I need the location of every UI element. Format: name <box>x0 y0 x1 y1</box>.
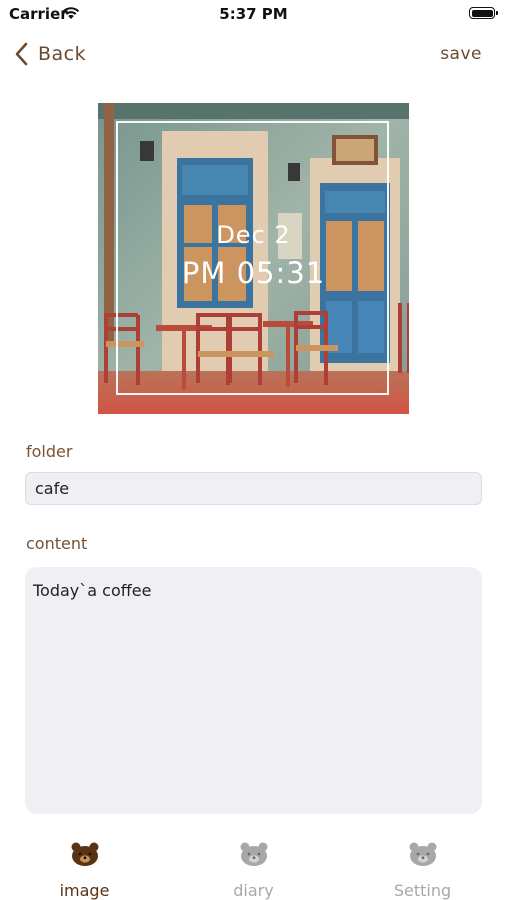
chevron-left-icon <box>15 42 28 66</box>
tab-image[interactable]: image <box>0 830 169 900</box>
photo-time-stamp: PM 05:31 <box>181 256 326 290</box>
battery-icon <box>469 7 498 19</box>
photo-date-stamp: Dec 2 <box>216 221 291 249</box>
bear-icon <box>71 842 99 866</box>
save-button[interactable]: save <box>440 44 482 64</box>
tab-setting[interactable]: Setting <box>338 830 507 900</box>
folder-label: folder <box>26 442 73 461</box>
folder-input[interactable] <box>25 472 482 505</box>
bear-icon <box>409 842 437 866</box>
tab-image-label: image <box>59 881 110 900</box>
tab-setting-label: Setting <box>393 881 452 900</box>
content-textarea[interactable]: Today`a coffee <box>25 567 482 814</box>
back-label: Back <box>38 43 87 65</box>
tab-bar: image diary Setting <box>0 830 507 900</box>
bear-icon <box>240 842 268 866</box>
tab-diary[interactable]: diary <box>169 830 338 900</box>
status-time: 5:37 PM <box>219 5 288 23</box>
content-label: content <box>26 534 88 553</box>
status-bar: Carrier 5:37 PM <box>0 0 507 30</box>
photo-preview[interactable]: Dec 2 PM 05:31 <box>98 103 409 414</box>
back-button[interactable]: Back <box>14 38 86 70</box>
tab-diary-label: diary <box>233 881 274 900</box>
